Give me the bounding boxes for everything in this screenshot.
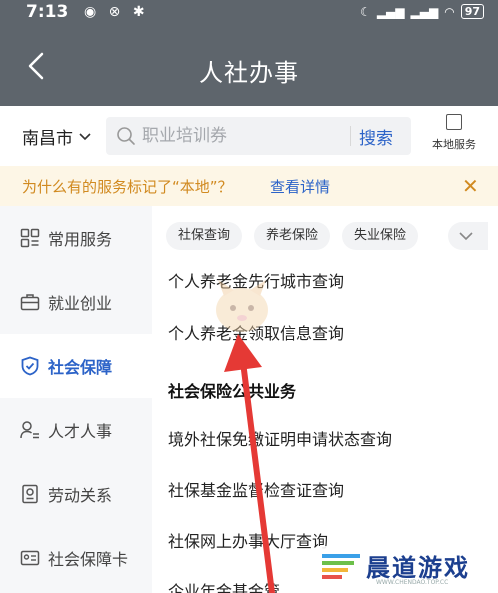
city-selector[interactable]: 南昌市 [22,124,91,149]
status-bar: 7:13 ◉ ⊗ ✱ ☾ ▂▄▆ ▂▄▆ ◠ 97 [0,0,498,26]
main-content: 社保查询 养老保险 失业保险 个人养老金先行城市查询 个人养老金领取信息查询 社… [152,206,498,593]
briefcase-icon [20,294,40,311]
moon-icon: ☾ [360,4,371,19]
watermark-subtext: WWW.CHENDAO.TOP.CC [376,579,449,586]
signal-icon-2: ▂▄▆ [410,4,439,19]
section-title: 社会保险公共业务 [168,382,297,401]
page-title: 人社办事 [199,59,299,87]
chevron-down-icon [79,132,91,140]
local-service-label: 本地服务 [432,138,476,151]
sidebar-item-employment[interactable]: 就业创业 [0,270,152,334]
shield-icon [21,356,39,376]
sidebar-item-label: 就业创业 [48,294,113,313]
signal-icon: ▂▄▆ [376,4,405,19]
sidebar-item-label: 人才人事 [48,422,113,441]
local-service-checkbox[interactable] [446,114,462,130]
sidebar-item-social-security[interactable]: 社会保障 [0,334,152,398]
title-bar: 人社办事 [0,26,498,106]
sidebar-item-common-services[interactable]: 常用服务 [0,206,152,270]
search-row: 南昌市 搜索 本地服务 [0,106,498,164]
category-chips: 社保查询 养老保险 失业保险 [166,222,419,250]
person-list-icon [20,421,39,439]
notice-text: 为什么有的服务标记了“本地”？ [22,178,233,196]
local-service-toggle[interactable]: 本地服务 [424,114,484,152]
wifi-icon: ◠ [444,4,455,19]
sidebar-item-label: 劳动关系 [48,486,113,505]
sidebar-item-labor-relations[interactable]: 劳动关系 [0,462,152,526]
watermark: 晨道游戏 WWW.CHENDAO.TOP.CC [318,546,498,593]
chevron-down-icon [459,232,473,241]
search-divider [350,126,351,146]
search-input[interactable] [142,117,342,155]
watermark-text: 晨道游戏 [366,554,470,582]
screen: 7:13 ◉ ⊗ ✱ ☾ ▂▄▆ ▂▄▆ ◠ 97 人社办事 南昌市 职业培训券… [0,0,498,593]
battery-icon: 97 [460,4,484,19]
search-icon [117,127,135,145]
list-item[interactable]: 境外社保免缴证明申请状态查询 [168,426,392,450]
status-time: 7:13 [26,2,69,22]
list-item[interactable]: 社保基金监督检查证查询 [168,477,344,501]
search-button[interactable]: 搜索 [359,124,393,149]
chip-pension-insurance[interactable]: 养老保险 [254,222,331,250]
notice-details-link[interactable]: 查看详情 [270,176,330,197]
chips-expand-button[interactable] [448,222,488,250]
list-item[interactable]: 社保网上办事大厅查询 [168,528,328,552]
close-icon[interactable]: ✕ [462,174,479,198]
status-system-icons: ☾ ▂▄▆ ▂▄▆ ◠ 97 [360,4,484,19]
mascot-watermark-icon [216,280,268,332]
sidebar-item-label: 社会保障卡 [48,550,129,569]
sidebar-item-social-security-card[interactable]: 社会保障卡 [0,526,152,590]
search-box: 搜索 [106,117,411,155]
sidebar-item-label: 常用服务 [48,230,113,249]
sidebar-item-label: 社会保障 [48,358,113,377]
chip-social-insurance-query[interactable]: 社保查询 [166,222,243,250]
grid-icon [20,228,40,248]
list-item[interactable]: 企业年金基金管 [168,578,280,593]
chip-unemployment-insurance[interactable]: 失业保险 [342,222,419,250]
sidebar: 常用服务 就业创业 社会保障 人才人事 劳动关系 社会保障卡 [0,206,152,593]
watermark-logo-icon [322,554,360,579]
id-card-icon [20,550,40,566]
sidebar-item-talent[interactable]: 人才人事 [0,398,152,462]
status-notification-icons: ◉ ⊗ ✱ [84,4,149,20]
city-label: 南昌市 [22,129,73,149]
notice-bar: 为什么有的服务标记了“本地”？ 查看详情 ✕ [0,166,498,206]
badge-icon [22,484,38,504]
